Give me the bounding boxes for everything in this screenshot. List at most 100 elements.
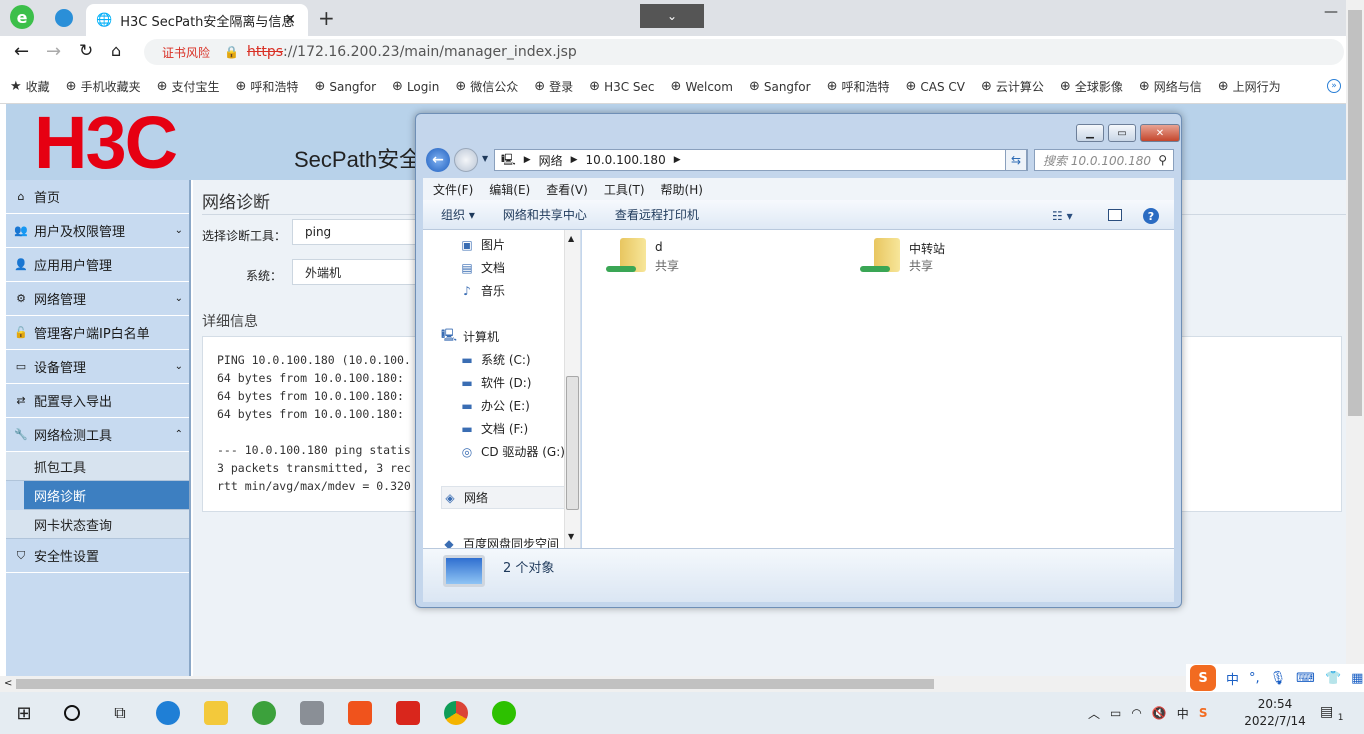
window-minimize-button[interactable]: ▁ — [1076, 124, 1104, 142]
nav-item[interactable]: ▤ 文档 — [459, 256, 580, 279]
tray-expand-icon[interactable]: ︿ — [1088, 705, 1100, 722]
voice-icon[interactable]: 🎙 — [1270, 671, 1287, 686]
taskbar-360[interactable] — [240, 692, 288, 734]
taskbar-wechat[interactable] — [480, 692, 528, 734]
toolbox-icon[interactable]: ▦ — [1351, 671, 1363, 686]
forward-icon[interactable]: → — [46, 41, 61, 62]
view-options-icon[interactable]: ☷ ▾ — [1052, 209, 1073, 223]
notification-button[interactable]: ▤ 1 — [1320, 704, 1343, 723]
nav-item[interactable]: ▣ 图片 — [459, 233, 580, 256]
clock[interactable]: 20:54 2022/7/14 — [1240, 696, 1310, 730]
address-bar[interactable]: 证书风险 🔒 https ://172.16.200.23/main/manag… — [144, 39, 1344, 65]
window-maximize-button[interactable]: ▭ — [1108, 124, 1136, 142]
bookmark-item[interactable]: ⊕ Welcom — [671, 78, 733, 95]
command-button[interactable]: 组织 ▾ — [441, 206, 475, 223]
vscroll-thumb[interactable] — [1348, 10, 1362, 416]
sidebar-item-security[interactable]: ⛉ 安全性设置 — [6, 539, 189, 573]
bookmark-item[interactable]: ⊕ 手机收藏夹 — [66, 78, 141, 95]
ime-mode[interactable]: 中 — [1226, 669, 1239, 688]
nav-item[interactable]: ▬ 软件 (D:) — [459, 371, 580, 394]
menu-item[interactable]: 帮助(H) — [661, 181, 703, 198]
start-button[interactable]: ⊞ — [0, 692, 48, 734]
refresh-icon[interactable]: ⇆ — [1005, 149, 1027, 171]
bookmark-item[interactable]: ⊕ 呼和浩特 — [827, 78, 890, 95]
sidebar-item[interactable]: 👤 应用用户管理 — [6, 248, 189, 282]
explorer-forward-icon[interactable] — [454, 148, 478, 172]
sidebar-subitem[interactable]: 抓包工具 — [6, 452, 189, 481]
page-vertical-scrollbar[interactable] — [1346, 0, 1364, 676]
tab-dropdown-button[interactable]: ⌄ — [640, 4, 704, 28]
sidebar-item[interactable]: 🔓 管理客户端IP白名单 — [6, 316, 189, 350]
bookmark-item[interactable]: ⊕ 微信公众 — [455, 78, 518, 95]
navpane-scrollbar[interactable]: ▲ ▼ — [564, 230, 580, 548]
menu-item[interactable]: 查看(V) — [546, 181, 588, 198]
taskbar-edge[interactable] — [144, 692, 192, 734]
more-bookmarks-icon[interactable]: » — [1327, 79, 1341, 93]
home-icon[interactable]: ⌂ — [111, 41, 121, 60]
search-button[interactable] — [48, 692, 96, 734]
bookmark-item[interactable]: ⊕ 网络与信 — [1139, 78, 1202, 95]
sidebar-item[interactable]: 👥 用户及权限管理 ⌄ — [6, 214, 189, 248]
bookmark-item[interactable]: ⊕ Login — [392, 78, 439, 95]
browser-logo-icon[interactable]: e — [10, 5, 34, 29]
breadcrumb-host[interactable]: 10.0.100.180 — [586, 153, 666, 167]
sidebar-subitem[interactable]: 网络诊断 — [24, 481, 189, 510]
bookmark-item[interactable]: ⊕ Sangfor — [314, 78, 376, 95]
bookmark-item[interactable]: ⊕ CAS CV — [905, 78, 965, 95]
command-button[interactable]: 网络和共享中心 — [503, 206, 587, 223]
taskbar-chrome[interactable] — [432, 692, 480, 734]
keyboard-icon[interactable]: ⌨ — [1296, 671, 1315, 686]
shared-folder-item[interactable]: 中转站 共享 — [856, 238, 1056, 286]
cert-warning[interactable]: 证书风险 — [162, 44, 210, 61]
bookmark-item[interactable]: ★ 收藏 — [10, 78, 50, 95]
menu-item[interactable]: 编辑(E) — [489, 181, 530, 198]
breadcrumb-network[interactable]: 网络 — [539, 152, 563, 169]
tray-ime[interactable]: 中 — [1177, 705, 1189, 722]
minimize-button[interactable]: — — [1324, 4, 1338, 20]
back-icon[interactable]: ← — [14, 41, 29, 62]
bookmark-item[interactable]: ⊕ 上网行为 — [1218, 78, 1281, 95]
bookmark-item[interactable]: ⊕ 登录 — [534, 78, 573, 95]
sidebar-item[interactable]: ▭ 设备管理 ⌄ — [6, 350, 189, 384]
bookmark-item[interactable]: ⊕ Sangfor — [749, 78, 811, 95]
ime-toolbar[interactable]: S 中 °, 🎙 ⌨ 👕 ▦ — [1186, 664, 1364, 692]
explorer-window[interactable]: ▁ ▭ ✕ ← ▼ 🖳 ▶ 网络 ▶ 10.0.100.180 ▶ ▼ ⇆ 搜索… — [415, 113, 1182, 608]
close-tab-icon[interactable]: ✕ — [284, 12, 296, 28]
explorer-back-icon[interactable]: ← — [426, 148, 450, 172]
nav-item[interactable]: ◎ CD 驱动器 (G:) — [459, 440, 580, 463]
taskbar-explorer[interactable] — [192, 692, 240, 734]
sogou-tray-icon[interactable]: S — [1199, 706, 1208, 720]
system-select[interactable]: 外端机 — [292, 259, 432, 285]
scroll-up-icon[interactable]: ▲ — [568, 234, 574, 243]
new-tab-button[interactable]: + — [318, 6, 335, 30]
bookmark-item[interactable]: ⊕ 支付宝生 — [157, 78, 220, 95]
scroll-down-icon[interactable]: ▼ — [568, 532, 574, 541]
bookmark-item[interactable]: ⊕ 呼和浩特 — [236, 78, 299, 95]
scroll-thumb[interactable] — [566, 376, 579, 510]
scroll-left-icon[interactable]: < — [4, 678, 12, 689]
taskbar-anydesk[interactable] — [336, 692, 384, 734]
bookmark-item[interactable]: ⊕ 全球影像 — [1060, 78, 1123, 95]
page-horizontal-scrollbar[interactable]: < — [0, 676, 1346, 692]
menu-item[interactable]: 文件(F) — [433, 181, 473, 198]
browser-tab[interactable]: 🌐 H3C SecPath安全隔离与信息 ✕ — [86, 4, 308, 36]
sogou-icon[interactable]: S — [1190, 665, 1216, 691]
battery-icon[interactable]: ▭ — [1110, 706, 1121, 720]
skin-icon[interactable]: 👕 — [1325, 671, 1341, 686]
reload-icon[interactable]: ↻ — [79, 41, 93, 61]
volume-muted-icon[interactable]: 🔇 — [1152, 706, 1167, 720]
hscroll-thumb[interactable] — [16, 679, 934, 689]
bookmark-item[interactable]: ⊕ 云计算公 — [981, 78, 1044, 95]
shared-folder-item[interactable]: d 共享 — [602, 238, 802, 286]
search-icon[interactable]: ⚲ — [1158, 153, 1167, 167]
wifi-icon[interactable]: ◠ — [1131, 706, 1141, 720]
nav-item[interactable]: ▬ 文档 (F:) — [459, 417, 580, 440]
taskbar-network-app[interactable] — [288, 692, 336, 734]
nav-item[interactable]: ◆ 百度网盘同步空间 — [441, 532, 580, 549]
nav-item[interactable]: ▬ 系统 (C:) — [459, 348, 580, 371]
sidebar-item[interactable]: 🔧 网络检测工具 ⌃ — [6, 418, 189, 452]
nav-item[interactable]: ♪ 音乐 — [459, 279, 580, 302]
taskbar-wps[interactable] — [384, 692, 432, 734]
sidebar-item[interactable]: ⚙ 网络管理 ⌄ — [6, 282, 189, 316]
history-dropdown-icon[interactable]: ▼ — [482, 154, 488, 163]
